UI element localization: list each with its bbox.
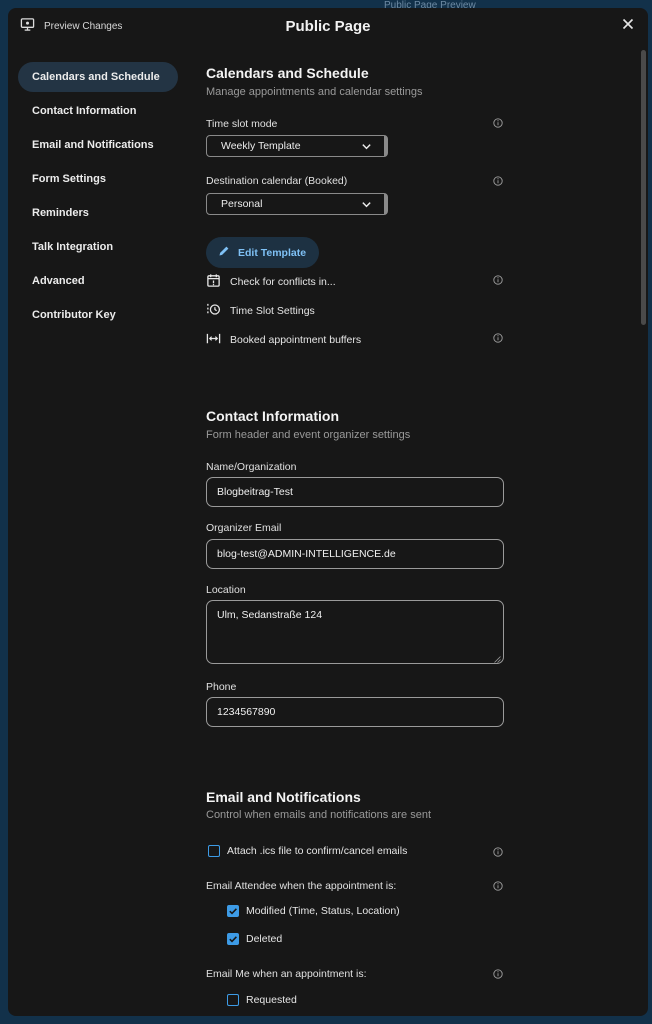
location-textarea[interactable]: Ulm, Sedanstraße 124 bbox=[206, 600, 504, 664]
close-button[interactable] bbox=[619, 17, 637, 35]
location-label: Location bbox=[206, 584, 246, 596]
nav-item-reminders[interactable]: Reminders bbox=[18, 198, 178, 228]
calendar-alert-icon bbox=[206, 273, 221, 291]
modal-title: Public Page bbox=[285, 18, 371, 35]
location-value: Ulm, Sedanstraße 124 bbox=[217, 609, 323, 621]
booked-buffers-label: Booked appointment buffers bbox=[230, 334, 362, 346]
checkbox-unchecked-icon bbox=[227, 994, 239, 1006]
requested-label: Requested bbox=[246, 994, 297, 1006]
name-organization-label: Name/Organization bbox=[206, 461, 297, 473]
info-icon[interactable] bbox=[493, 176, 503, 186]
attach-ics-label: Attach .ics file to confirm/cancel email… bbox=[227, 845, 408, 857]
destination-calendar-label: Destination calendar (Booked) bbox=[206, 175, 348, 187]
nav-item-calendars[interactable]: Calendars and Schedule bbox=[18, 62, 178, 92]
section-subtitle-calendars: Manage appointments and calendar setting… bbox=[206, 86, 423, 98]
deleted-label: Deleted bbox=[246, 933, 283, 945]
info-icon[interactable] bbox=[493, 333, 503, 343]
info-icon[interactable] bbox=[493, 969, 503, 979]
close-icon bbox=[622, 17, 634, 35]
resize-grip-icon[interactable] bbox=[494, 654, 501, 663]
modified-checkbox[interactable]: Modified (Time, Status, Location) bbox=[227, 905, 400, 917]
organizer-email-label: Organizer Email bbox=[206, 522, 282, 534]
phone-label: Phone bbox=[206, 681, 237, 693]
chevron-down-icon bbox=[361, 199, 372, 210]
clock-icon bbox=[206, 302, 221, 320]
section-title-contact: Contact Information bbox=[206, 408, 339, 424]
destination-calendar-select[interactable]: Personal bbox=[206, 193, 388, 215]
deleted-checkbox[interactable]: Deleted bbox=[227, 933, 282, 945]
nav-item-form-settings[interactable]: Form Settings bbox=[18, 164, 178, 194]
info-icon[interactable] bbox=[493, 847, 503, 857]
organizer-email-input[interactable]: blog-test@ADMIN-INTELLIGENCE.de bbox=[206, 539, 504, 569]
modal-header: Preview Changes Public Page bbox=[8, 8, 648, 48]
info-icon[interactable] bbox=[493, 118, 503, 128]
scrollbar[interactable] bbox=[641, 50, 646, 325]
section-subtitle-email: Control when emails and notifications ar… bbox=[206, 809, 432, 821]
section-subtitle-contact: Form header and event organizer settings bbox=[206, 429, 411, 441]
nav-item-email[interactable]: Email and Notifications bbox=[18, 130, 178, 160]
check-conflicts-row[interactable]: Check for conflicts in... bbox=[206, 273, 336, 291]
time-slot-mode-value: Weekly Template bbox=[221, 140, 301, 152]
check-conflicts-label: Check for conflicts in... bbox=[230, 276, 336, 288]
email-me-label: Email Me when an appointment is: bbox=[206, 968, 367, 980]
public-page-modal: Preview Changes Public Page Calendars an… bbox=[8, 8, 648, 1016]
nav-item-talk[interactable]: Talk Integration bbox=[18, 232, 178, 262]
attach-ics-checkbox[interactable]: Attach .ics file to confirm/cancel email… bbox=[208, 845, 407, 857]
time-slot-settings-row[interactable]: Time Slot Settings bbox=[206, 302, 315, 320]
phone-input[interactable]: 1234567890 bbox=[206, 697, 504, 727]
booked-buffers-row[interactable]: Booked appointment buffers bbox=[206, 331, 361, 349]
nav-item-advanced[interactable]: Advanced bbox=[18, 266, 178, 296]
modified-label: Modified (Time, Status, Location) bbox=[246, 905, 400, 917]
checkbox-checked-icon bbox=[227, 905, 239, 917]
settings-nav: Calendars and Schedule Contact Informati… bbox=[18, 62, 178, 334]
nav-item-contributor-key[interactable]: Contributor Key bbox=[18, 300, 178, 330]
arrow-expand-horizontal-icon bbox=[206, 331, 221, 349]
section-title-calendars: Calendars and Schedule bbox=[206, 65, 369, 81]
chevron-down-icon bbox=[361, 141, 372, 152]
edit-template-label: Edit Template bbox=[238, 246, 307, 259]
destination-calendar-value: Personal bbox=[221, 198, 263, 210]
info-icon[interactable] bbox=[493, 881, 503, 891]
info-icon[interactable] bbox=[493, 275, 503, 285]
edit-template-button[interactable]: Edit Template bbox=[206, 237, 319, 268]
pencil-icon bbox=[218, 245, 230, 260]
requested-checkbox[interactable]: Requested bbox=[227, 994, 297, 1006]
name-organization-input[interactable]: Blogbeitrag-Test bbox=[206, 477, 504, 507]
time-slot-mode-select[interactable]: Weekly Template bbox=[206, 135, 388, 157]
time-slot-mode-label: Time slot mode bbox=[206, 118, 278, 130]
time-slot-settings-label: Time Slot Settings bbox=[230, 305, 315, 317]
checkbox-checked-icon bbox=[227, 933, 239, 945]
section-title-email: Email and Notifications bbox=[206, 789, 361, 805]
email-attendee-label: Email Attendee when the appointment is: bbox=[206, 880, 397, 892]
checkbox-unchecked-icon bbox=[208, 845, 220, 857]
nav-item-contact[interactable]: Contact Information bbox=[18, 96, 178, 126]
